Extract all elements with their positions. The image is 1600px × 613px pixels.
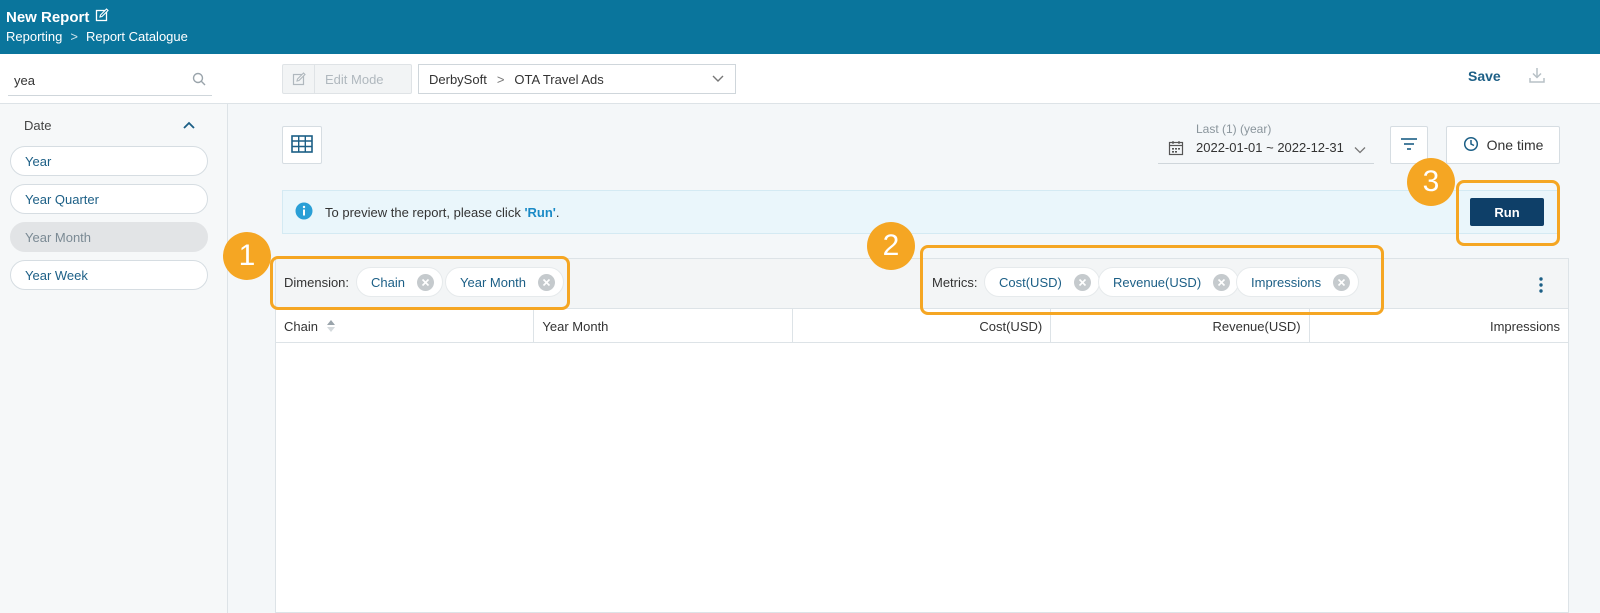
report-toolbar: Edit Mode DerbySoft > OTA Travel Ads Sav… bbox=[228, 54, 1600, 104]
sidebar-item-year-quarter[interactable]: Year Quarter bbox=[10, 184, 208, 214]
breadcrumb: Reporting > Report Catalogue bbox=[6, 29, 1594, 44]
callout-box-metrics bbox=[920, 245, 1384, 315]
sidebar-item-label: Year bbox=[25, 153, 52, 169]
edit-icon bbox=[283, 65, 315, 93]
table-icon bbox=[291, 134, 313, 156]
date-range-label: Last (1) (year) bbox=[1196, 122, 1272, 136]
edit-mode-button[interactable]: Edit Mode bbox=[282, 64, 412, 94]
search-icon[interactable] bbox=[192, 72, 206, 89]
callout-badge-3: 3 bbox=[1407, 158, 1455, 206]
date-range-value: 2022-01-01 ~ 2022-12-31 bbox=[1196, 140, 1344, 155]
sidebar-item-label: Year Week bbox=[25, 267, 88, 283]
column-label: Cost(USD) bbox=[979, 318, 1043, 334]
edit-mode-label: Edit Mode bbox=[325, 71, 384, 87]
edit-title-icon[interactable] bbox=[95, 8, 110, 26]
breadcrumb-separator: > bbox=[70, 29, 78, 44]
callout-badge-2: 2 bbox=[867, 222, 915, 270]
field-search-input[interactable]: yea bbox=[8, 66, 212, 96]
save-button[interactable]: Save bbox=[1468, 68, 1501, 84]
source-separator: > bbox=[496, 71, 505, 87]
sidebar-item-year[interactable]: Year bbox=[10, 146, 208, 176]
report-title-row: New Report bbox=[6, 8, 1594, 26]
download-icon[interactable] bbox=[1528, 66, 1546, 87]
chevron-down-icon bbox=[1354, 142, 1366, 157]
breadcrumb-reporting[interactable]: Reporting bbox=[6, 29, 62, 44]
calendar-icon bbox=[1168, 140, 1184, 159]
info-icon bbox=[295, 202, 313, 223]
sidebar-item-year-week[interactable]: Year Week bbox=[10, 260, 208, 290]
data-source-select[interactable]: DerbySoft > OTA Travel Ads bbox=[418, 64, 736, 94]
callout-box-run bbox=[1456, 180, 1560, 246]
chevron-down-icon bbox=[711, 72, 725, 87]
info-text-main: To preview the report, please click bbox=[325, 204, 525, 220]
sidebar-item-label: Year Month bbox=[25, 229, 92, 245]
schedule-button[interactable]: One time bbox=[1446, 126, 1560, 164]
info-text-highlight: 'Run' bbox=[524, 204, 556, 220]
column-label: Chain bbox=[284, 318, 318, 334]
source-child: OTA Travel Ads bbox=[514, 71, 604, 87]
date-group-label: Date bbox=[24, 118, 52, 133]
column-label: Revenue(USD) bbox=[1212, 318, 1301, 334]
schedule-label: One time bbox=[1486, 137, 1544, 153]
source-parent: DerbySoft bbox=[429, 71, 487, 87]
report-title: New Report bbox=[6, 8, 90, 26]
app-header: New Report Reporting > Report Catalogue bbox=[0, 0, 1600, 54]
table-view-button[interactable] bbox=[282, 126, 322, 164]
column-label: Impressions bbox=[1489, 318, 1561, 334]
column-header-year-month[interactable]: Year Month bbox=[534, 309, 793, 343]
column-header-chain[interactable]: Chain bbox=[276, 309, 535, 343]
date-group-header[interactable]: Date bbox=[24, 118, 196, 133]
date-range-picker[interactable]: Last (1) (year) 2022-01-01 ~ 2022-12-31 bbox=[1158, 120, 1374, 164]
column-label: Year Month bbox=[542, 318, 609, 334]
sidebar-item-year-month[interactable]: Year Month bbox=[10, 222, 208, 252]
callout-box-dimensions bbox=[270, 256, 570, 310]
info-text-suffix: . bbox=[555, 204, 560, 220]
clock-icon bbox=[1463, 136, 1479, 155]
more-options-icon[interactable] bbox=[1538, 276, 1544, 297]
report-preview-table: Chain Year Month Cost(USD) Revenue(USD) … bbox=[275, 308, 1569, 613]
sort-icon[interactable] bbox=[326, 319, 336, 333]
search-value: yea bbox=[14, 73, 35, 88]
sidebar-item-label: Year Quarter bbox=[25, 191, 99, 207]
callout-badge-1: 1 bbox=[223, 232, 271, 280]
filter-icon bbox=[1400, 137, 1418, 154]
preview-info-banner: To preview the report, please click 'Run… bbox=[282, 190, 1560, 234]
breadcrumb-report-catalogue[interactable]: Report Catalogue bbox=[86, 29, 188, 44]
chevron-up-icon[interactable] bbox=[182, 118, 196, 133]
info-text: To preview the report, please click 'Run… bbox=[325, 205, 560, 220]
field-sidebar: yea Date Year Year Quarter Year Month Ye… bbox=[0, 54, 228, 613]
